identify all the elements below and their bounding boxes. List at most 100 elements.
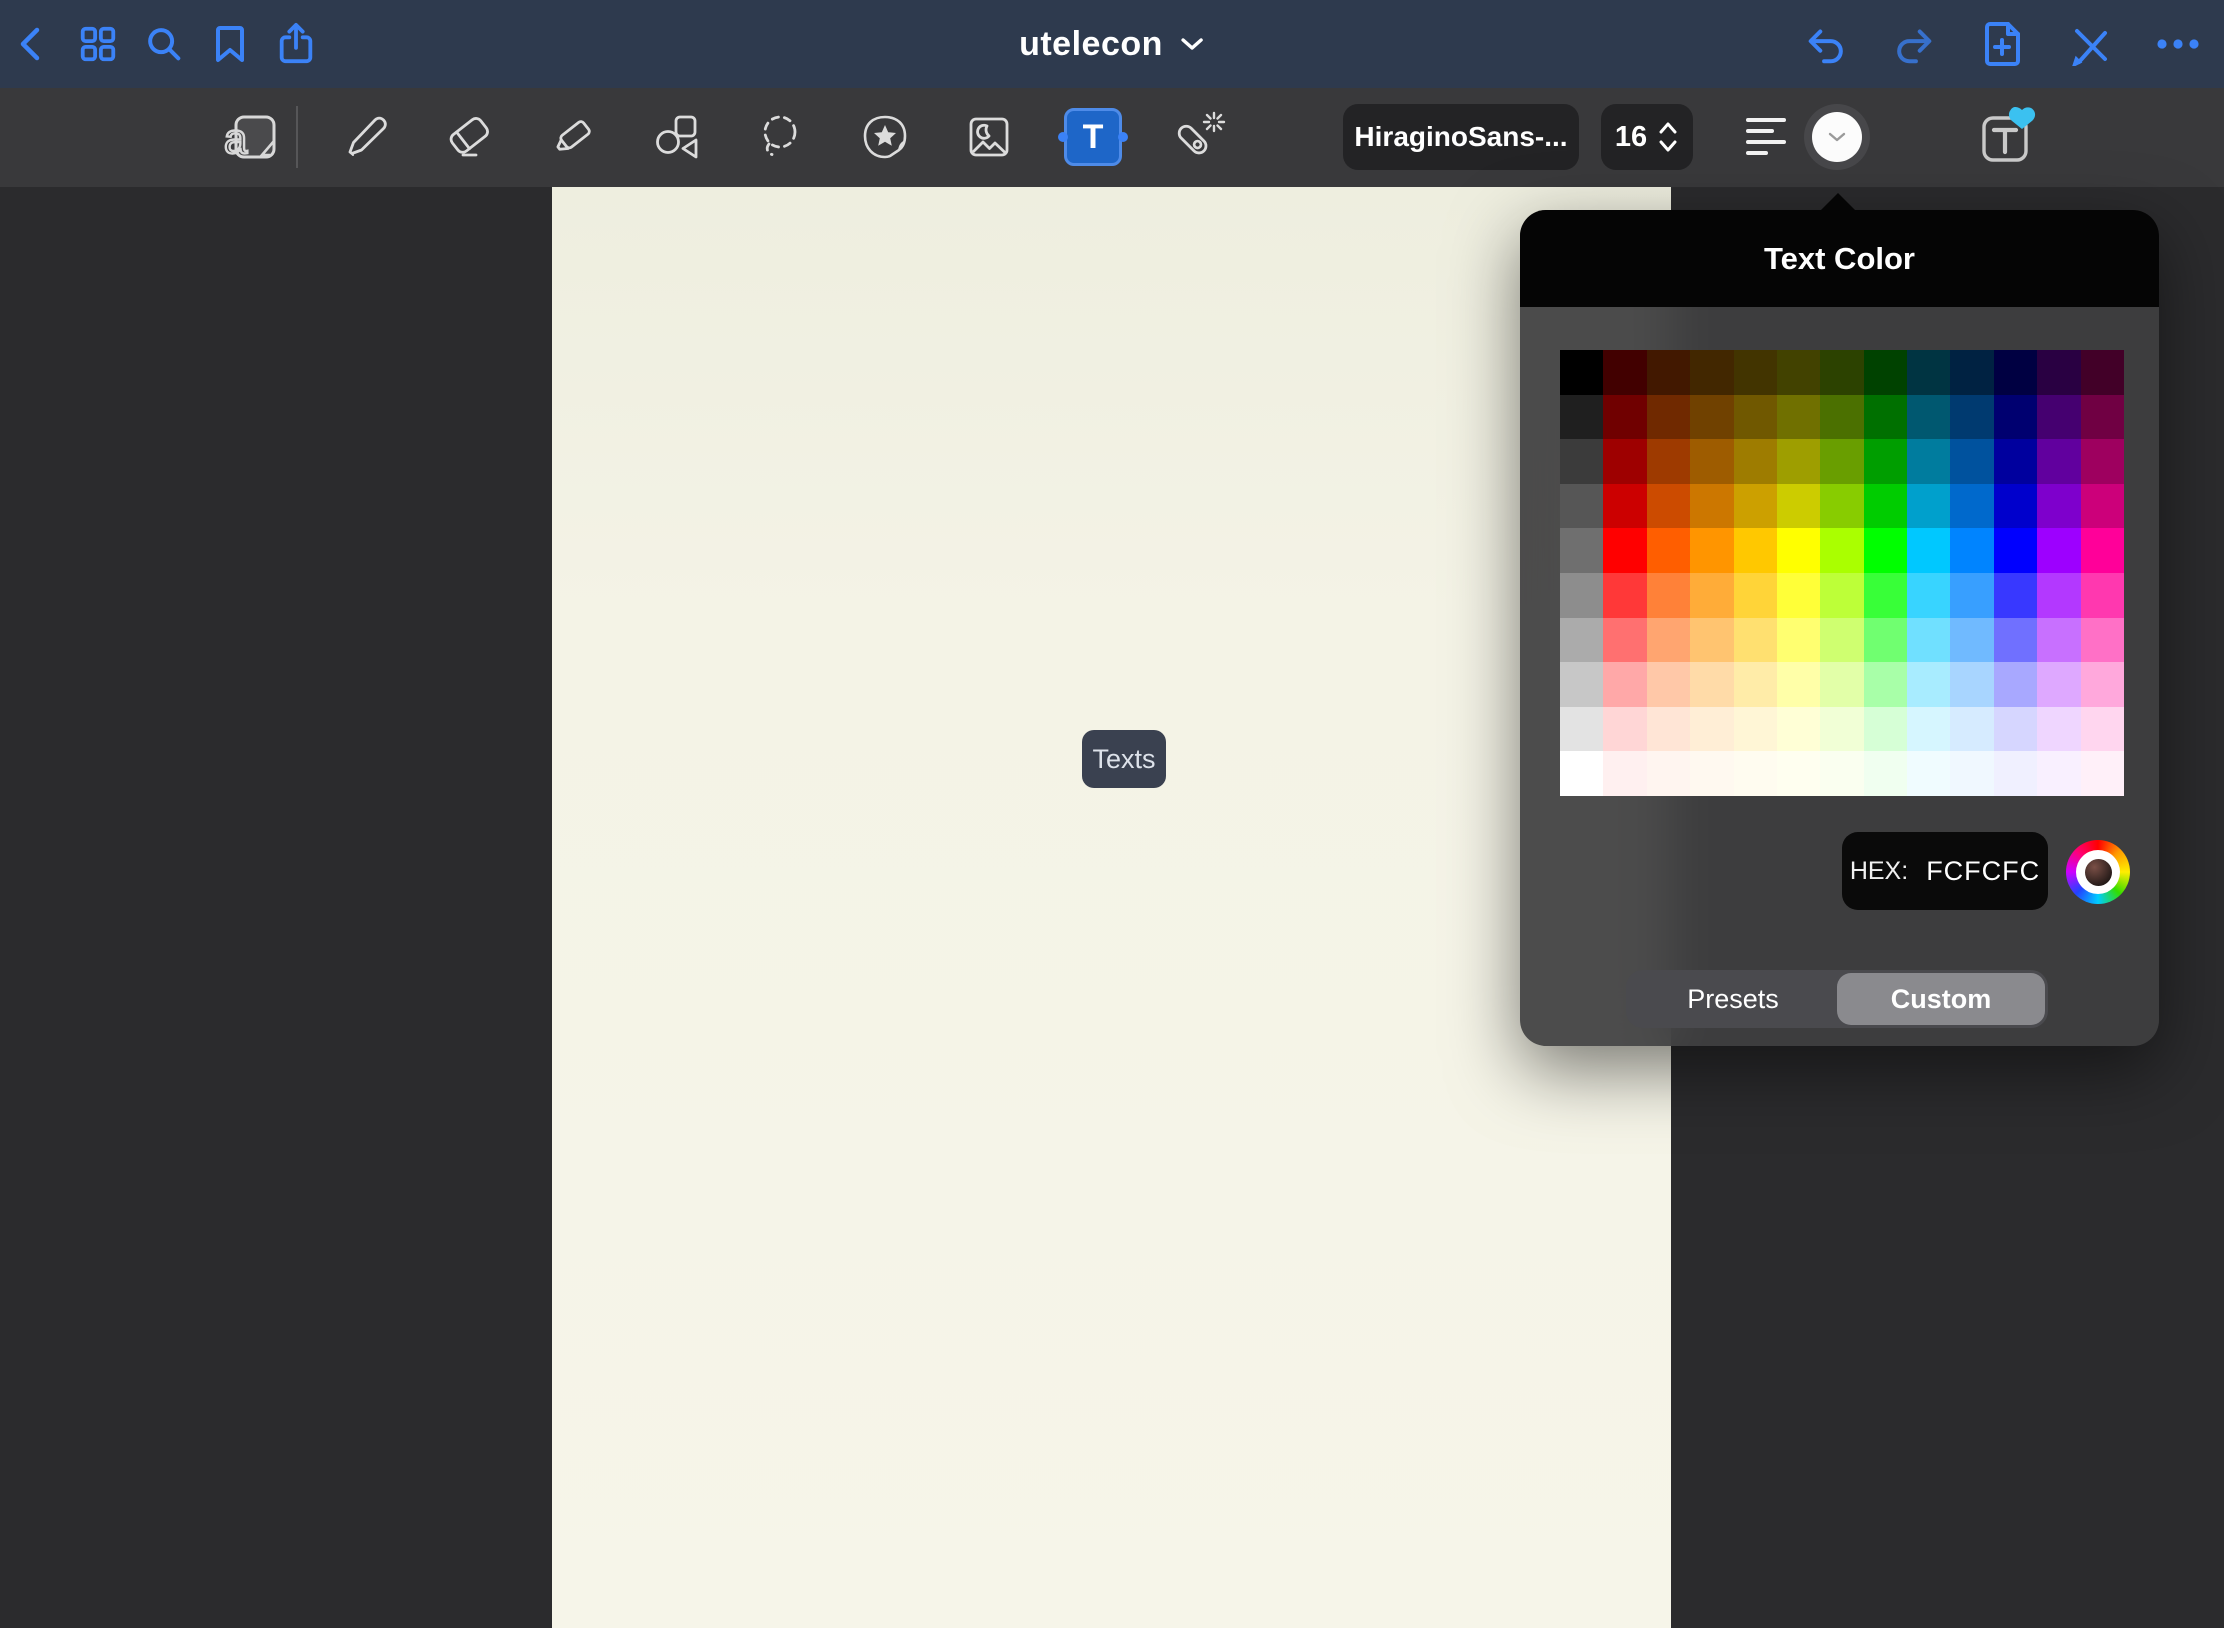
color-swatch[interactable] <box>1864 618 1907 663</box>
color-swatch[interactable] <box>1864 350 1907 395</box>
color-swatch[interactable] <box>1734 707 1777 752</box>
color-swatch[interactable] <box>1907 528 1950 573</box>
color-swatch[interactable] <box>1560 662 1603 707</box>
read-only-mode-button[interactable]: a <box>218 104 284 170</box>
color-swatch[interactable] <box>1777 395 1820 440</box>
color-swatch[interactable] <box>1864 707 1907 752</box>
color-swatch[interactable] <box>2037 484 2080 529</box>
color-swatch[interactable] <box>1950 528 1993 573</box>
color-swatch[interactable] <box>1734 573 1777 618</box>
color-swatch[interactable] <box>1690 350 1733 395</box>
color-swatch[interactable] <box>2037 528 2080 573</box>
color-swatch[interactable] <box>1994 573 2037 618</box>
color-swatch[interactable] <box>1734 484 1777 529</box>
color-swatch[interactable] <box>2037 573 2080 618</box>
color-swatch[interactable] <box>1864 751 1907 796</box>
color-swatch[interactable] <box>1734 528 1777 573</box>
color-swatch[interactable] <box>1603 528 1646 573</box>
color-swatch[interactable] <box>1994 528 2037 573</box>
color-swatch[interactable] <box>1864 662 1907 707</box>
color-swatch[interactable] <box>2037 395 2080 440</box>
color-swatch[interactable] <box>2037 751 2080 796</box>
tab-custom[interactable]: Custom <box>1837 973 2045 1025</box>
color-swatch[interactable] <box>1994 439 2037 484</box>
color-swatch[interactable] <box>1647 618 1690 663</box>
color-swatch[interactable] <box>1907 395 1950 440</box>
color-swatch[interactable] <box>1603 395 1646 440</box>
color-swatch[interactable] <box>2037 439 2080 484</box>
font-family-button[interactable]: HiraginoSans-... <box>1343 104 1579 170</box>
color-swatch[interactable] <box>1777 662 1820 707</box>
color-swatch[interactable] <box>1560 484 1603 529</box>
color-swatch[interactable] <box>2081 439 2124 484</box>
color-swatch[interactable] <box>1647 751 1690 796</box>
image-tool-button[interactable] <box>960 104 1018 170</box>
add-page-button[interactable] <box>1980 22 2024 66</box>
search-button[interactable] <box>142 22 186 66</box>
color-swatch[interactable] <box>2081 395 2124 440</box>
color-swatch[interactable] <box>1950 662 1993 707</box>
color-swatch[interactable] <box>1734 350 1777 395</box>
color-swatch[interactable] <box>1734 751 1777 796</box>
color-swatch[interactable] <box>1907 350 1950 395</box>
color-swatch[interactable] <box>1560 618 1603 663</box>
color-swatch[interactable] <box>1864 395 1907 440</box>
color-swatch[interactable] <box>1994 350 2037 395</box>
color-swatch[interactable] <box>1950 618 1993 663</box>
color-swatch[interactable] <box>1734 662 1777 707</box>
color-swatch[interactable] <box>1647 573 1690 618</box>
color-swatch[interactable] <box>1777 439 1820 484</box>
color-swatch[interactable] <box>1690 618 1733 663</box>
color-swatch[interactable] <box>1907 751 1950 796</box>
color-swatch[interactable] <box>1994 707 2037 752</box>
color-swatch[interactable] <box>1647 395 1690 440</box>
color-swatch[interactable] <box>1647 484 1690 529</box>
share-button[interactable] <box>274 22 318 66</box>
color-swatch[interactable] <box>2037 707 2080 752</box>
color-swatch[interactable] <box>1994 395 2037 440</box>
color-swatch[interactable] <box>2037 618 2080 663</box>
color-swatch[interactable] <box>1560 751 1603 796</box>
document-page[interactable] <box>552 187 1671 1628</box>
color-swatch[interactable] <box>2081 618 2124 663</box>
color-swatch[interactable] <box>1734 395 1777 440</box>
color-swatch[interactable] <box>2081 528 2124 573</box>
color-swatch[interactable] <box>1950 707 1993 752</box>
color-swatch[interactable] <box>1864 528 1907 573</box>
color-swatch[interactable] <box>1820 484 1863 529</box>
color-swatch[interactable] <box>1603 751 1646 796</box>
color-swatch[interactable] <box>1907 484 1950 529</box>
pen-off-button[interactable] <box>2068 22 2112 66</box>
color-swatch[interactable] <box>1994 618 2037 663</box>
color-swatch[interactable] <box>2037 662 2080 707</box>
document-title-button[interactable]: utelecon <box>1019 0 1205 88</box>
color-swatch[interactable] <box>1864 439 1907 484</box>
color-swatch[interactable] <box>1603 573 1646 618</box>
redo-button[interactable] <box>1892 22 1936 66</box>
color-swatch[interactable] <box>2081 573 2124 618</box>
color-swatch[interactable] <box>1820 751 1863 796</box>
color-swatch[interactable] <box>1603 350 1646 395</box>
color-swatch[interactable] <box>1820 350 1863 395</box>
tab-presets[interactable]: Presets <box>1629 973 1837 1025</box>
color-swatch[interactable] <box>1690 751 1733 796</box>
color-swatch[interactable] <box>1907 573 1950 618</box>
color-swatch[interactable] <box>1820 573 1863 618</box>
color-swatch[interactable] <box>1734 439 1777 484</box>
color-swatch[interactable] <box>1603 439 1646 484</box>
text-tool-button[interactable]: T <box>1064 104 1122 170</box>
color-swatch[interactable] <box>1560 573 1603 618</box>
color-swatch[interactable] <box>1907 662 1950 707</box>
color-swatch[interactable] <box>1777 707 1820 752</box>
lasso-tool-button[interactable] <box>752 104 810 170</box>
color-swatch[interactable] <box>1647 350 1690 395</box>
color-swatch[interactable] <box>1907 618 1950 663</box>
color-swatch[interactable] <box>1950 439 1993 484</box>
color-wheel-button[interactable] <box>2066 840 2130 904</box>
color-swatch[interactable] <box>1647 528 1690 573</box>
color-swatch[interactable] <box>2037 350 2080 395</box>
color-swatch[interactable] <box>1820 439 1863 484</box>
color-swatch[interactable] <box>1820 662 1863 707</box>
color-swatch[interactable] <box>1560 395 1603 440</box>
color-swatch[interactable] <box>1560 439 1603 484</box>
